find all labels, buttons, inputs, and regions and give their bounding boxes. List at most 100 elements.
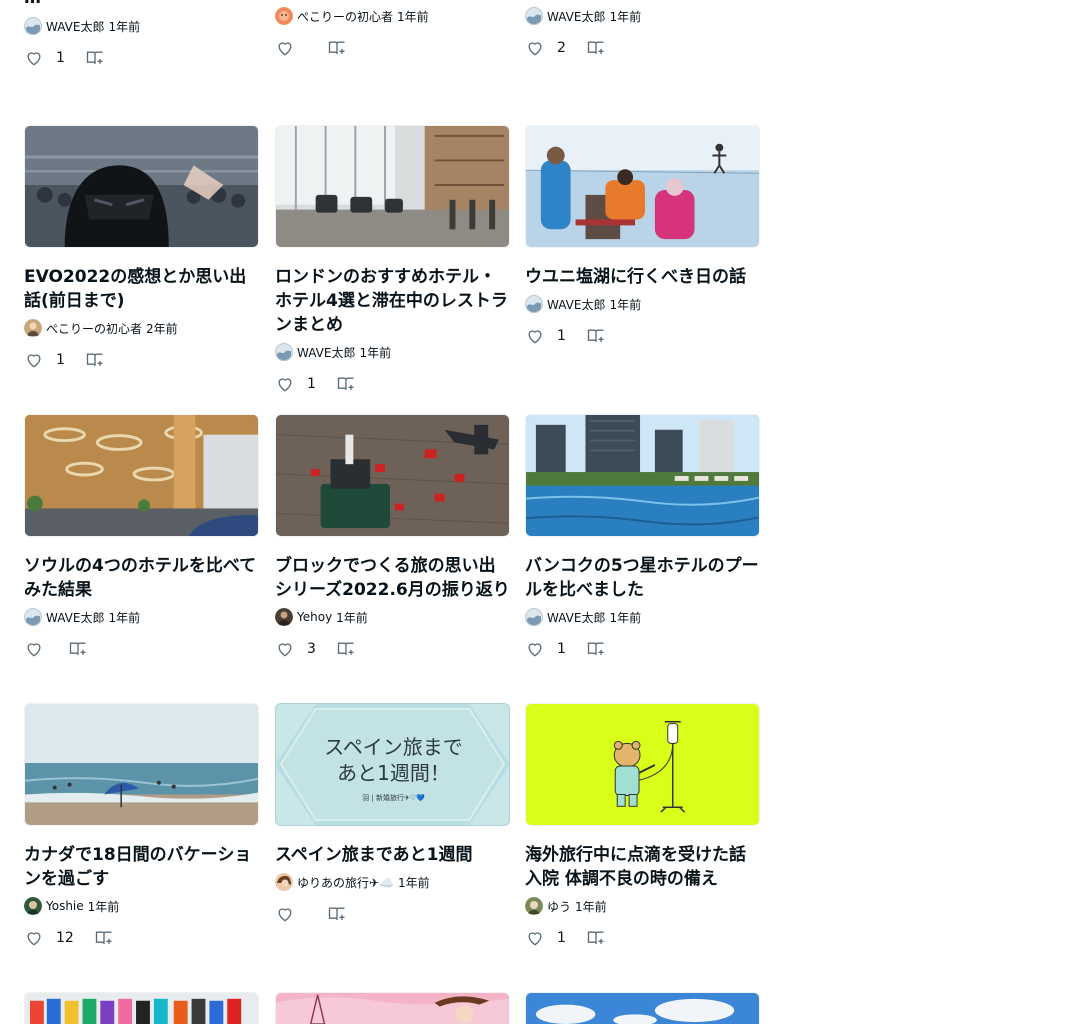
like-count: 1 <box>557 930 566 946</box>
author-name[interactable]: WAVE太郎 <box>547 296 605 313</box>
bear-drip-illustration <box>526 704 759 825</box>
article-title[interactable]: ブロックでつくる旅の思い出シリーズ2022.6月の振り返り <box>275 554 511 602</box>
author-name[interactable]: ゆう <box>547 898 571 915</box>
article-thumbnail[interactable] <box>525 125 760 248</box>
author-avatar[interactable] <box>275 608 293 626</box>
author-name[interactable]: ぺこりーの初心者 <box>46 320 142 337</box>
magazine-add-button[interactable] <box>327 38 347 58</box>
like-button[interactable]: 1 <box>525 326 566 346</box>
article-meta: WAVE太郎 1年前 <box>24 607 260 627</box>
author-avatar[interactable] <box>525 7 543 25</box>
author-name[interactable]: ゆりあの旅行✈☁️ <box>297 874 394 891</box>
magazine-add-button[interactable] <box>94 928 114 948</box>
author-avatar[interactable] <box>525 897 543 915</box>
article-thumbnail[interactable] <box>275 992 510 1024</box>
author-avatar[interactable] <box>275 343 293 361</box>
article-title[interactable]: スペイン旅まであと1週間 <box>275 843 511 867</box>
author-name[interactable]: WAVE太郎 <box>46 18 104 35</box>
heart-icon <box>278 378 292 392</box>
article-thumbnail[interactable] <box>24 703 259 826</box>
author-avatar[interactable] <box>24 319 42 337</box>
like-button[interactable] <box>275 38 307 58</box>
article-card: バンコクの5つ星ホテルのプールを比べました WAVE太郎 1年前 1 <box>525 414 761 661</box>
article-actions <box>275 36 511 60</box>
article-thumbnail[interactable] <box>275 414 510 537</box>
magazine-add-button[interactable] <box>336 639 356 659</box>
article-title[interactable]: バンコクの5つ星ホテルのプールを比べました <box>525 554 761 602</box>
author-name[interactable]: WAVE太郎 <box>547 8 605 25</box>
article-thumbnail[interactable] <box>525 703 760 826</box>
article-card: ロンドンのおすすめホテル・ホテル4選と滞在中のレストランまとめ WAVE太郎 1… <box>275 125 511 396</box>
author-avatar[interactable] <box>275 873 293 891</box>
author-name[interactable]: WAVE太郎 <box>297 344 355 361</box>
hotel-lobby-photo <box>276 126 509 247</box>
magazine-add-button[interactable] <box>85 350 105 370</box>
darth-vader-photo <box>25 126 258 247</box>
author-avatar[interactable] <box>525 295 543 313</box>
like-button[interactable]: 12 <box>24 928 74 948</box>
article-card: カナダで18日間のバケーションを過ごす Yoshie 1年前 12 <box>24 703 260 950</box>
article-thumbnail[interactable] <box>525 992 760 1024</box>
heart-icon <box>528 42 542 56</box>
author-avatar[interactable] <box>24 897 42 915</box>
like-button[interactable]: 1 <box>24 350 65 370</box>
pool-photo <box>526 415 759 536</box>
article-title[interactable]: カナダで18日間のバケーションを過ごす <box>24 843 260 891</box>
article-actions <box>275 902 511 926</box>
article-thumbnail[interactable] <box>24 414 259 537</box>
like-button[interactable]: 1 <box>24 48 65 68</box>
heart-icon <box>278 643 292 657</box>
magazine-add-button[interactable] <box>68 639 88 659</box>
article-thumbnail[interactable] <box>275 125 510 248</box>
article-thumbnail[interactable] <box>24 125 259 248</box>
heart-icon <box>278 908 292 922</box>
article-title[interactable]: 海外旅行中に点滴を受けた話 入院 体調不良の時の備え <box>525 843 761 891</box>
author-avatar[interactable] <box>24 17 42 35</box>
magazine-add-button[interactable] <box>586 326 606 346</box>
article-title[interactable]: … <box>24 0 260 10</box>
like-button[interactable]: 2 <box>525 38 566 58</box>
magazine-add-button[interactable] <box>586 38 606 58</box>
post-time: 1年前 <box>575 899 607 914</box>
author-name[interactable]: Yehoy <box>297 610 332 624</box>
article-card <box>275 992 511 1024</box>
magazine-add-button[interactable] <box>327 904 347 924</box>
article-thumbnail[interactable] <box>24 992 259 1024</box>
article-actions: 2 <box>525 36 761 60</box>
magazine-add-icon <box>69 642 86 655</box>
like-button[interactable]: 1 <box>525 639 566 659</box>
article-title[interactable]: EVO2022の感想とか思い出話(前日まで) <box>24 265 260 313</box>
author-name[interactable]: Yoshie <box>46 899 84 913</box>
article-title[interactable]: ソウルの4つのホテルを比べてみた結果 <box>24 554 260 602</box>
post-time: 1年前 <box>108 19 141 34</box>
article-meta: WAVE太郎 1年前 <box>525 607 761 627</box>
magazine-add-button[interactable] <box>85 48 105 68</box>
like-button[interactable]: 3 <box>275 639 316 659</box>
magazine-add-button[interactable] <box>586 639 606 659</box>
author-name[interactable]: WAVE太郎 <box>46 609 104 626</box>
author-avatar[interactable] <box>24 608 42 626</box>
author-name[interactable]: ぺこりーの初心者 <box>297 8 393 25</box>
magazine-add-icon <box>86 353 103 366</box>
lego-photo <box>276 415 509 536</box>
like-button[interactable]: 1 <box>275 374 316 394</box>
like-button[interactable]: 1 <box>525 928 566 948</box>
like-button[interactable] <box>24 639 56 659</box>
salt-flat-photo <box>526 126 759 247</box>
article-meta: ゆう 1年前 <box>525 896 761 916</box>
article-thumbnail[interactable]: スペイン旅まで あと1週間！ 羽 | 新婚旅行✈♡💙 <box>275 703 510 826</box>
author-avatar[interactable] <box>525 608 543 626</box>
heart-icon <box>278 42 292 56</box>
author-avatar[interactable] <box>275 7 293 25</box>
article-thumbnail[interactable] <box>525 414 760 537</box>
magazine-add-icon <box>328 41 345 54</box>
author-name[interactable]: WAVE太郎 <box>547 609 605 626</box>
article-card: ウユニ塩湖に行くべき日の話 WAVE太郎 1年前 1 <box>525 125 761 348</box>
article-title[interactable]: ロンドンのおすすめホテル・ホテル4選と滞在中のレストランまとめ <box>275 265 511 337</box>
magazine-add-button[interactable] <box>586 928 606 948</box>
post-time: 1年前 <box>359 345 392 360</box>
like-button[interactable] <box>275 904 307 924</box>
article-title[interactable]: ウユニ塩湖に行くべき日の話 <box>525 265 761 289</box>
magazine-add-button[interactable] <box>336 374 356 394</box>
magazine-add-icon <box>337 377 354 390</box>
